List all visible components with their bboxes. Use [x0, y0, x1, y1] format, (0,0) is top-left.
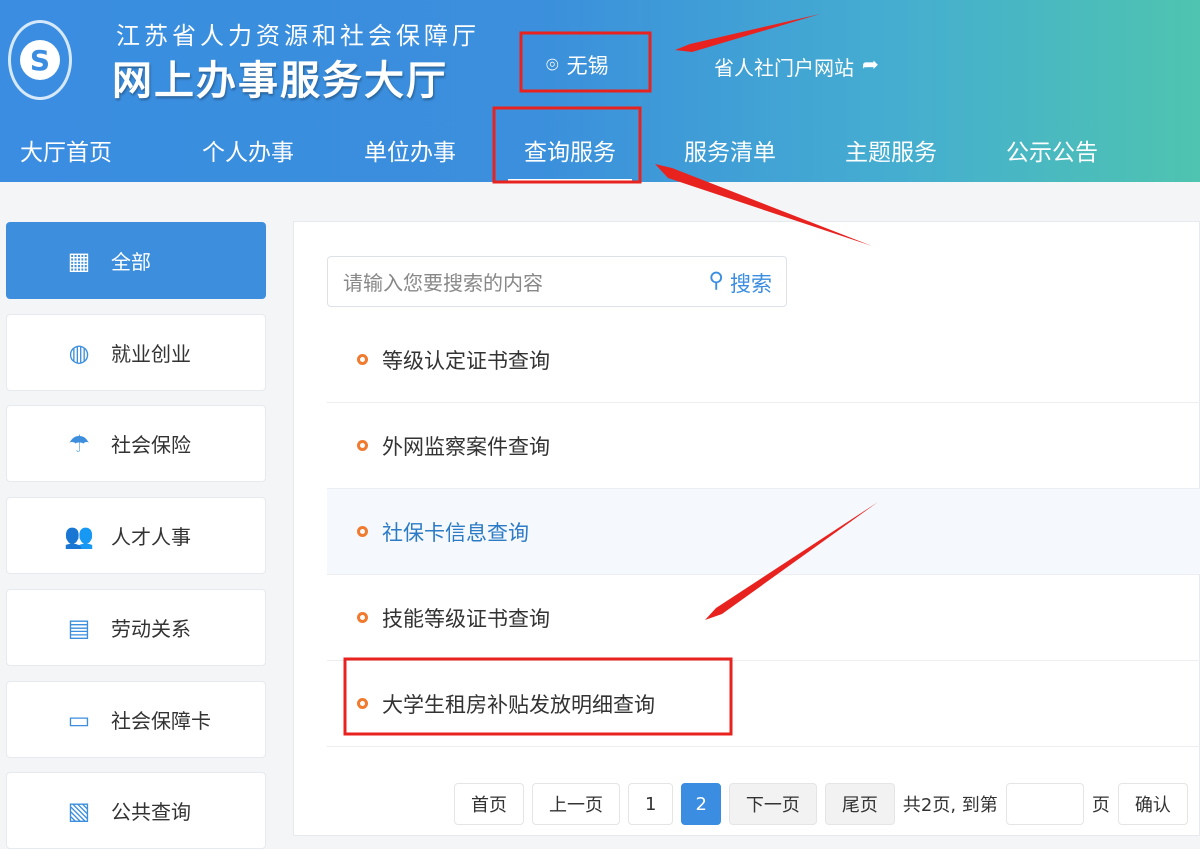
umbrella-icon: ☂: [68, 429, 90, 458]
search-input[interactable]: 请输入您要搜索的内容 ⚲ 搜索: [327, 256, 787, 307]
page-total: 共2页, 到第: [902, 795, 998, 816]
bullet-icon: [357, 612, 368, 623]
list-item[interactable]: 社保卡信息查询: [327, 489, 1200, 575]
prev-page-button[interactable]: 上一页: [532, 783, 620, 825]
location-selector[interactable]: ⌾ 无锡: [546, 50, 609, 80]
nav-service-list[interactable]: 服务清单: [684, 133, 776, 167]
document-icon: ▤: [67, 613, 91, 642]
list-item[interactable]: 技能等级证书查询: [327, 575, 1200, 661]
card-icon: ▭: [67, 705, 91, 734]
nav-personal[interactable]: 个人办事: [202, 133, 294, 167]
nav-notice[interactable]: 公示公告: [1006, 133, 1098, 167]
confirm-button[interactable]: 确认: [1117, 783, 1188, 825]
nav-unit[interactable]: 单位办事: [364, 133, 456, 167]
bullet-icon: [357, 698, 368, 709]
people-icon: 👥: [64, 521, 94, 550]
bullet-icon: [357, 354, 368, 365]
page-unit: 页: [1091, 795, 1110, 816]
nav-home[interactable]: 大厅首页: [20, 133, 112, 167]
pagination: 首页 上一页 1 2 下一页 尾页 共2页, 到第 页 确认: [454, 783, 1188, 825]
sidebar-item-card[interactable]: ▭ 社会保障卡: [6, 681, 266, 758]
list-item[interactable]: 等级认定证书查询: [327, 317, 1200, 403]
sidebar-item-talent[interactable]: 👥 人才人事: [6, 497, 266, 574]
search-doc-icon: ▧: [67, 796, 91, 825]
nav-query[interactable]: 查询服务: [508, 133, 632, 181]
list-item[interactable]: 大学生租房补贴发放明细查询: [327, 661, 1200, 747]
sidebar-item-insurance[interactable]: ☂ 社会保险: [6, 405, 266, 482]
location-pin-icon: ⌾: [546, 52, 559, 77]
sidebar-item-all[interactable]: ▦ 全部: [6, 222, 266, 299]
first-page-button[interactable]: 首页: [454, 783, 524, 825]
list-item[interactable]: 外网监察案件查询: [327, 403, 1200, 489]
site-title: 网上办事服务大厅: [112, 58, 448, 104]
sidebar-item-labor[interactable]: ▤ 劳动关系: [6, 589, 266, 666]
nav-theme[interactable]: 主题服务: [845, 133, 937, 167]
sidebar-item-employment[interactable]: ◍ 就业创业: [6, 314, 266, 391]
org-name: 江苏省人力资源和社会保障厅: [116, 22, 480, 50]
header: S 江苏省人力资源和社会保障厅 网上办事服务大厅 ⌾ 无锡 省人社门户网站 ➦ 大厅…: [0, 0, 1200, 182]
last-page-button[interactable]: 尾页: [824, 783, 895, 825]
page-jump-input[interactable]: [1005, 783, 1084, 825]
share-icon: ➦: [862, 52, 879, 76]
tie-icon: ◍: [68, 338, 90, 367]
next-page-button[interactable]: 下一页: [728, 783, 817, 825]
bullet-icon: [357, 526, 368, 537]
logo[interactable]: S: [8, 20, 72, 100]
main-panel: 请输入您要搜索的内容 ⚲ 搜索 等级认定证书查询 外网监察案件查询 社保卡信息查询…: [293, 221, 1200, 836]
portal-link[interactable]: 省人社门户网站 ➦: [714, 52, 879, 81]
bullet-icon: [357, 440, 368, 451]
search-button[interactable]: ⚲ 搜索: [709, 268, 772, 298]
search-icon: ⚲: [708, 268, 724, 292]
sidebar-item-public-query[interactable]: ▧ 公共查询: [6, 772, 266, 849]
grid-icon: ▦: [67, 246, 91, 275]
main-nav: 大厅首页 个人办事 单位办事 查询服务 服务清单 主题服务 公示公告: [0, 130, 1200, 182]
page-2-button[interactable]: 2: [681, 783, 721, 825]
page-1-button[interactable]: 1: [628, 783, 674, 825]
